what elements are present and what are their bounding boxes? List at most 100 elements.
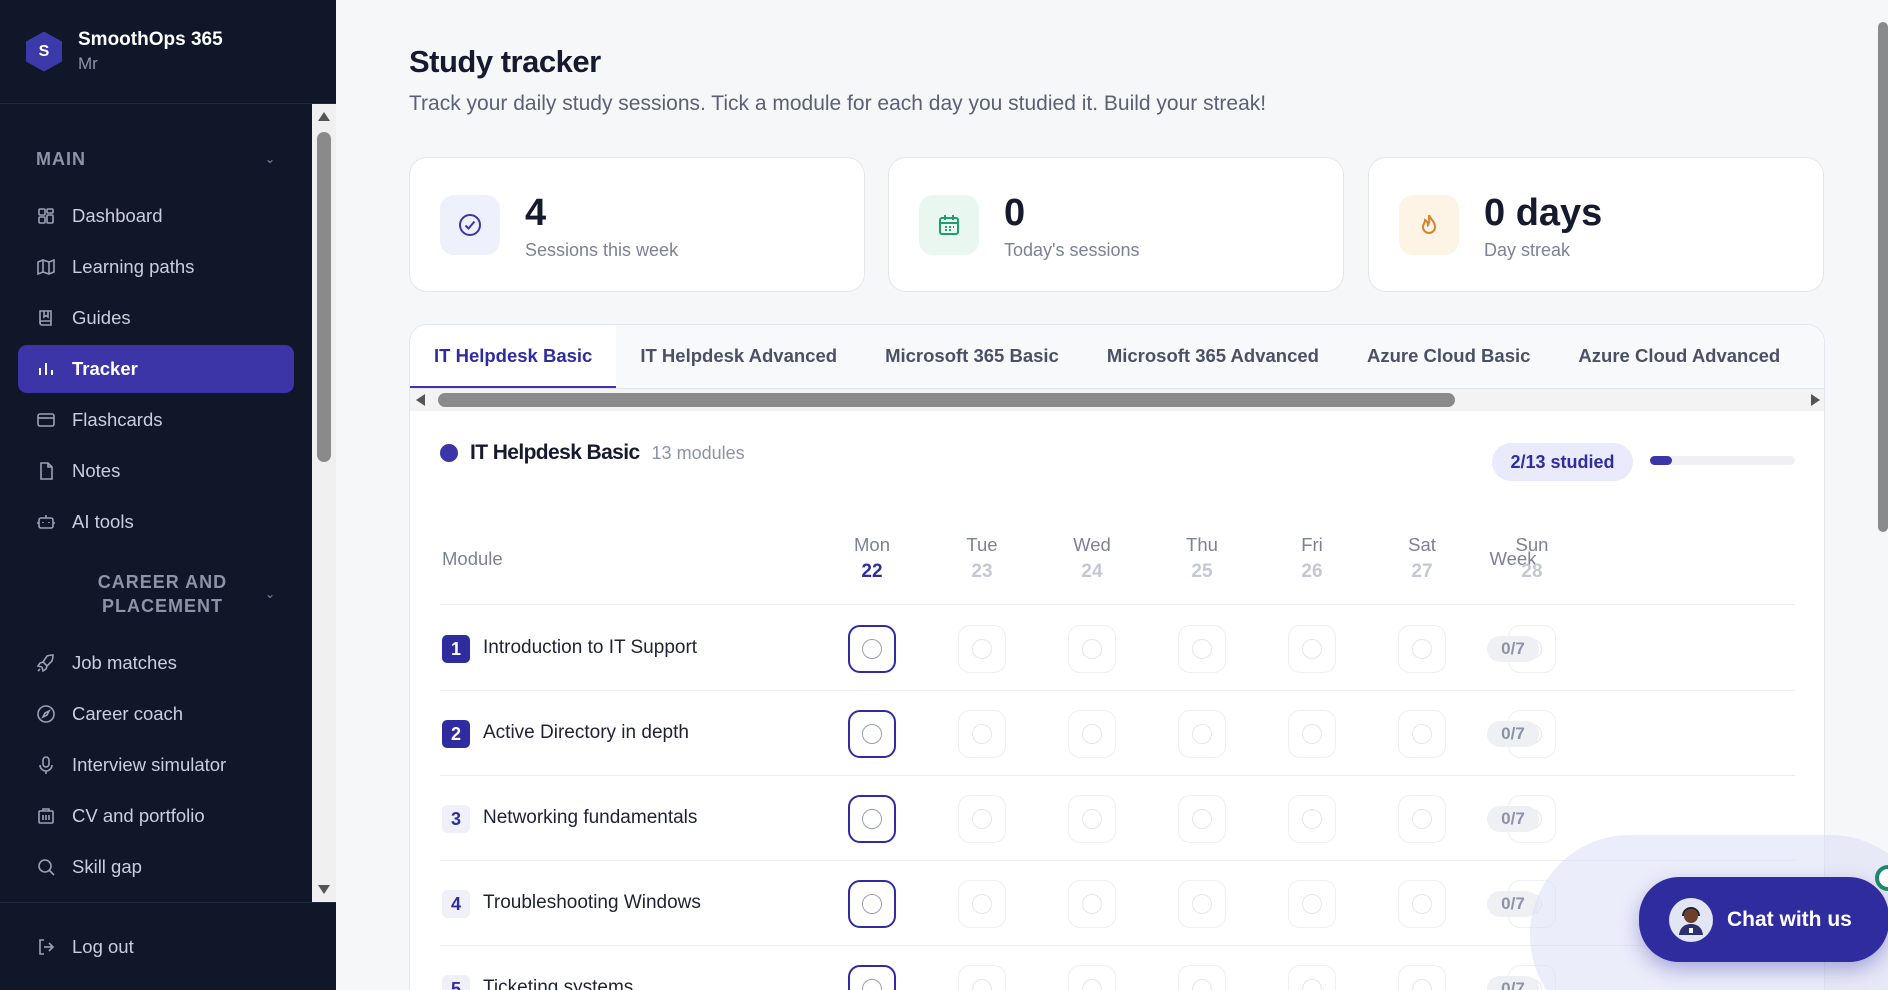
course-tabs: IT Helpdesk Basic IT Helpdesk Advanced Mic… [410, 325, 1824, 389]
tab-azure-cloud-advanced[interactable]: Azure Cloud Advanced [1554, 325, 1804, 388]
scroll-up-arrow[interactable] [318, 112, 330, 121]
day-name: Wed [1073, 534, 1111, 555]
circle-icon [972, 979, 992, 990]
day-checkbox-sat[interactable] [1398, 795, 1446, 843]
tab-azure-cloud-basic[interactable]: Azure Cloud Basic [1343, 325, 1554, 388]
day-name: Fri [1301, 534, 1323, 555]
brand-logo: S [26, 31, 62, 72]
day-date: 23 [971, 561, 993, 582]
sidebar-item-job-matches[interactable]: Job matches [18, 639, 294, 687]
day-checkbox-wed[interactable] [1068, 625, 1116, 673]
scroll-thumb[interactable] [317, 132, 331, 462]
day-checkbox-fri[interactable] [1288, 795, 1336, 843]
scroll-thumb[interactable] [1878, 22, 1888, 532]
sidebar-item-career-coach[interactable]: Career coach [18, 690, 294, 738]
page-title: Study tracker [409, 44, 601, 79]
chevron-down-icon: ⌄ [264, 152, 276, 166]
day-checkbox-thu[interactable] [1178, 880, 1226, 928]
tab-microsoft-365-basic[interactable]: Microsoft 365 Basic [861, 325, 1083, 388]
sidebar-scrollbar[interactable] [312, 104, 336, 902]
chat-button[interactable]: Chat with us [1639, 877, 1888, 962]
day-checkbox-mon[interactable] [848, 625, 896, 673]
week-count-badge: 0/7 [1487, 721, 1539, 747]
sidebar-item-tracker[interactable]: Tracker [18, 345, 294, 393]
circle-icon [1302, 894, 1322, 914]
day-checkbox-fri[interactable] [1288, 710, 1336, 758]
calendar-icon [919, 195, 979, 255]
scroll-thumb[interactable] [438, 393, 1455, 407]
circle-icon [1412, 809, 1432, 829]
day-checkbox-tue[interactable] [958, 965, 1006, 990]
day-checkbox-fri[interactable] [1288, 880, 1336, 928]
day-checkbox-wed[interactable] [1068, 880, 1116, 928]
section-career-toggle[interactable]: CAREER AND PLACEMENT ⌄ [0, 549, 312, 639]
circle-icon [862, 894, 882, 914]
stat-label: Day streak [1484, 240, 1571, 260]
circle-icon [1302, 639, 1322, 659]
circle-icon [1192, 724, 1212, 744]
sidebar-item-learning-paths[interactable]: Learning paths [18, 243, 294, 291]
day-checkbox-tue[interactable] [958, 710, 1006, 758]
sidebar-item-skill-gap[interactable]: Skill gap [18, 843, 294, 891]
day-checkbox-fri[interactable] [1288, 965, 1336, 990]
sidebar-item-label: CV and portfolio [72, 805, 205, 826]
day-checkbox-mon[interactable] [848, 795, 896, 843]
day-checkbox-thu[interactable] [1178, 625, 1226, 673]
user-title: Mr [78, 54, 98, 73]
tab-it-helpdesk-basic[interactable]: IT Helpdesk Basic [410, 325, 617, 388]
day-checkbox-thu[interactable] [1178, 965, 1226, 990]
day-checkbox-wed[interactable] [1068, 795, 1116, 843]
tab-it-helpdesk-advanced[interactable]: IT Helpdesk Advanced [616, 325, 861, 388]
section-career-label: CAREER AND PLACEMENT [97, 572, 228, 616]
sidebar-item-guides[interactable]: Guides [18, 294, 294, 342]
course-color-dot [440, 444, 458, 462]
scroll-down-arrow[interactable] [318, 885, 330, 894]
day-checkbox-thu[interactable] [1178, 795, 1226, 843]
day-checkbox-tue[interactable] [958, 795, 1006, 843]
tabs-scrollbar[interactable] [410, 389, 1824, 411]
sidebar-item-label: Flashcards [72, 409, 163, 430]
sidebar-item-ai-tools[interactable]: AI tools [18, 498, 294, 546]
sidebar-item-flashcards[interactable]: Flashcards [18, 396, 294, 444]
brand[interactable]: S SmoothOps 365 Mr [0, 0, 336, 104]
tab-microsoft-365-advanced[interactable]: Microsoft 365 Advanced [1083, 325, 1343, 388]
compass-icon [36, 704, 56, 724]
day-checkbox-sat[interactable] [1398, 710, 1446, 758]
sidebar-item-notes[interactable]: Notes [18, 447, 294, 495]
day-checkbox-thu[interactable] [1178, 710, 1226, 758]
module-column-header: Module [442, 548, 503, 569]
sidebar-item-cv-and-portfolio[interactable]: CV and portfolio [18, 792, 294, 840]
day-checkbox-wed[interactable] [1068, 965, 1116, 990]
day-checkbox-mon[interactable] [848, 965, 896, 990]
day-checkbox-mon[interactable] [848, 710, 896, 758]
day-checkbox-tue[interactable] [958, 880, 1006, 928]
scroll-left-arrow[interactable] [416, 394, 425, 406]
day-checkbox-mon[interactable] [848, 880, 896, 928]
sidebar-item-dashboard[interactable]: Dashboard [18, 192, 294, 240]
section-main-toggle[interactable]: MAIN ⌄ [0, 104, 312, 192]
circle-icon [1082, 639, 1102, 659]
day-checkbox-sat[interactable] [1398, 625, 1446, 673]
day-checkbox-wed[interactable] [1068, 710, 1116, 758]
day-date: 26 [1301, 561, 1323, 582]
circle-icon [862, 979, 882, 990]
page-scrollbar[interactable] [1878, 0, 1888, 990]
sidebar-item-linkedin[interactable]: LinkedIn [18, 894, 294, 902]
day-checkbox-fri[interactable] [1288, 625, 1336, 673]
day-checkbox-tue[interactable] [958, 625, 1006, 673]
day-checkbox-sat[interactable] [1398, 880, 1446, 928]
circle-icon [862, 724, 882, 744]
circle-icon [1192, 809, 1212, 829]
card-icon [36, 410, 56, 430]
logout-button[interactable]: Log out [0, 902, 336, 990]
day-date: 22 [861, 561, 883, 582]
day-date: 25 [1191, 561, 1213, 582]
scroll-right-arrow[interactable] [1811, 394, 1820, 406]
support-agent-icon [1669, 897, 1713, 942]
sidebar-item-interview-simulator[interactable]: Interview simulator [18, 741, 294, 789]
chat-label: Chat with us [1727, 907, 1852, 931]
circle-icon [1192, 979, 1212, 990]
sidebar-nav: MAIN ⌄ Dashboard Learning paths Guides Trac… [0, 104, 312, 902]
module-number: 2 [442, 720, 470, 748]
day-checkbox-sat[interactable] [1398, 965, 1446, 990]
